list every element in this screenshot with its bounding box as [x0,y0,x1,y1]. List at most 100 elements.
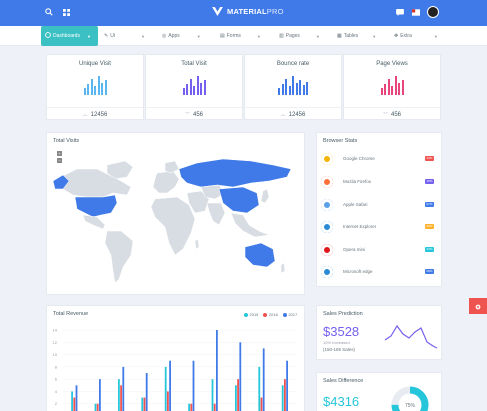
stat-value: 456 [391,111,402,118]
settings-button[interactable] [469,298,487,314]
revenue-bar-2017 [122,366,125,411]
nav-tables[interactable]: ▦ Tables ▼ [337,29,376,43]
nav-label: Tables [343,33,359,39]
sales-prediction-value: $3528 [323,324,360,339]
legend-item: 2015 [244,312,258,317]
y-tick-label: 14 [53,328,58,333]
revenue-bar-2017 [169,360,171,411]
grid-menu-icon[interactable] [61,7,71,17]
nav-apps[interactable]: ◎ Apps ▼ [162,29,201,43]
stat-bar [203,80,206,95]
stat-bar [87,84,89,95]
nav-pages[interactable]: ▥ Pages ▼ [279,29,320,43]
stat-bar [299,80,301,95]
y-tick-label: 6 [55,377,58,382]
revenue-bar-2015 [188,403,190,411]
stat-footer: ﹀ 456 [344,107,440,121]
brand-name: MATERIAL [227,7,267,16]
world-map[interactable] [47,133,306,296]
nav-label: Extra [400,33,412,39]
nav-dashboards[interactable]: Dashboards ▼ [41,26,98,46]
browser-name: Opera mini [343,247,366,252]
stat-card-unique-visit: Unique Visit ︿ 12456 [46,54,144,120]
stat-card-total-visit: Total Visit ﹀ 456 [145,54,243,120]
legend-label: 2016 [268,312,278,317]
card-title: Browser Stats [323,138,358,144]
card-title: Total Revenue [53,311,89,317]
browser-badge: 09% [425,269,434,274]
browser-badge: 23% [425,247,434,252]
table-icon: ▦ [337,33,342,39]
map-region-usa [74,194,118,218]
stat-bar [189,79,192,95]
card-title: Sales Difference [323,378,364,384]
revenue-bar-2016 [143,397,146,411]
chart-legend: 2015 2016 2017 [244,312,297,317]
revenue-bar-2016 [96,403,99,411]
legend-item: 2016 [263,312,278,317]
legend-label: 2017 [288,312,298,317]
stat-footer: ﹀ 456 [146,107,242,121]
sales-difference-donut: 75% [391,386,429,411]
message-icon[interactable] [395,7,405,17]
stat-bar [182,88,185,95]
stat-sparkbars [245,75,341,95]
nav-label: Apps [168,33,180,39]
map-region-india [206,202,226,226]
y-tick-label: 2 [55,401,58,406]
browser-badge: 07% [425,202,434,207]
nav-extra[interactable]: ✥ Extra ▼ [394,29,438,43]
stat-bar [292,76,294,95]
map-region-japan [260,188,270,204]
map-region-mexico [82,214,106,230]
revenue-bar-2016 [73,397,76,411]
edge-icon [321,266,333,278]
stat-bar [285,79,287,95]
avatar[interactable] [427,6,439,18]
topbar: MATERIALPRO [0,0,487,26]
nav-label: Forms [226,33,241,39]
map-region-russia [178,158,292,188]
browser-badge: 09% [425,224,434,229]
stat-bar [302,85,305,95]
map-region-europe [152,170,180,194]
flag-icon[interactable] [411,7,421,17]
stat-sparkbars [344,75,440,95]
stat-value: 12456 [288,111,306,118]
y-tick-label: 8 [55,364,58,369]
legend-dot [282,312,287,317]
stat-sparkbars [47,75,143,95]
stat-bar [398,83,400,95]
stat-bar [288,86,291,95]
revenue-bar-2015 [164,366,167,411]
stat-bar [394,76,397,95]
revenue-bar-2015 [117,379,120,411]
gear-icon [475,297,481,315]
browser-row-firefox: Mozila Firefox 15% [321,174,436,190]
revenue-bar-2017 [215,330,218,411]
stat-bar [101,83,103,95]
nav-label: Ui [110,33,115,39]
nav-forms[interactable]: ▤ Forms ▼ [220,29,261,43]
revenue-bar-2015 [258,366,261,411]
search-icon[interactable] [44,7,54,17]
stat-value: 12456 [90,111,108,118]
map-region-australia [244,242,276,268]
brand-logo[interactable]: MATERIALPRO [212,7,284,16]
nav-ui[interactable]: ✎ Ui ▼ [104,29,145,43]
browser-row-safari: Apple Safari 07% [321,197,436,213]
map-region-southeast-asia [230,212,270,238]
donut-label: 75% [405,403,416,409]
stat-bar [97,76,100,95]
revenue-bar-2016 [237,379,239,411]
revenue-bar-chart: 02468101214 [53,328,297,411]
puzzle-icon: ✎ [104,33,109,39]
stat-card-page-views: Page Views ﹀ 456 [343,54,441,120]
revenue-bar-2016 [213,403,216,411]
stat-title: Unique Visit [79,61,111,67]
stat-bar [384,84,386,95]
opera-icon [321,244,333,256]
revenue-bar-2016 [120,385,122,411]
browser-row-edge: Microsoft edge 09% [321,264,436,280]
chevron-down-icon: ▼ [315,33,320,39]
